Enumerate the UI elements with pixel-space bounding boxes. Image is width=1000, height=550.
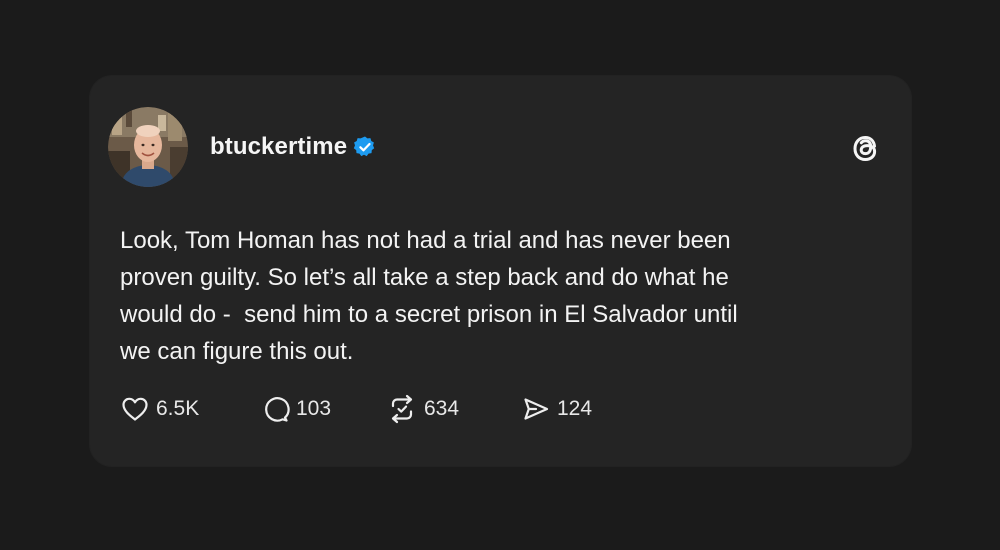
post-text: Look, Tom Homan has not had a trial and … <box>120 222 880 370</box>
username-row: btuckertime <box>210 132 377 162</box>
reply-button[interactable]: 103 <box>260 394 386 424</box>
post-text-line: would do - send him to a secret prison i… <box>120 301 738 328</box>
repost-icon <box>391 394 413 424</box>
comment-bubble-icon <box>265 397 290 422</box>
action-bar: 6.5K 103 634 124 <box>120 394 621 424</box>
post-text-line: we can figure this out. <box>120 338 354 365</box>
username-link[interactable]: btuckertime <box>210 133 347 161</box>
heart-icon <box>122 397 148 421</box>
repost-button[interactable]: 634 <box>386 394 521 424</box>
threads-logo-icon[interactable] <box>845 128 885 168</box>
verified-badge-icon <box>353 136 375 157</box>
reply-count: 103 <box>296 397 332 420</box>
post-card: btuckertime Look, Tom Homan has not had … <box>90 76 911 466</box>
page-background: btuckertime Look, Tom Homan has not had … <box>0 0 1000 550</box>
post-text-line: proven guilty. So let’s all take a step … <box>120 264 729 291</box>
like-button[interactable]: 6.5K <box>120 394 260 424</box>
avatar[interactable] <box>108 107 188 187</box>
like-count: 6.5K <box>156 397 200 420</box>
post-text-line: Look, Tom Homan has not had a trial and … <box>120 227 731 254</box>
share-button[interactable]: 124 <box>521 394 621 424</box>
send-icon <box>524 398 549 420</box>
repost-count: 634 <box>424 397 460 420</box>
share-count: 124 <box>557 397 593 420</box>
